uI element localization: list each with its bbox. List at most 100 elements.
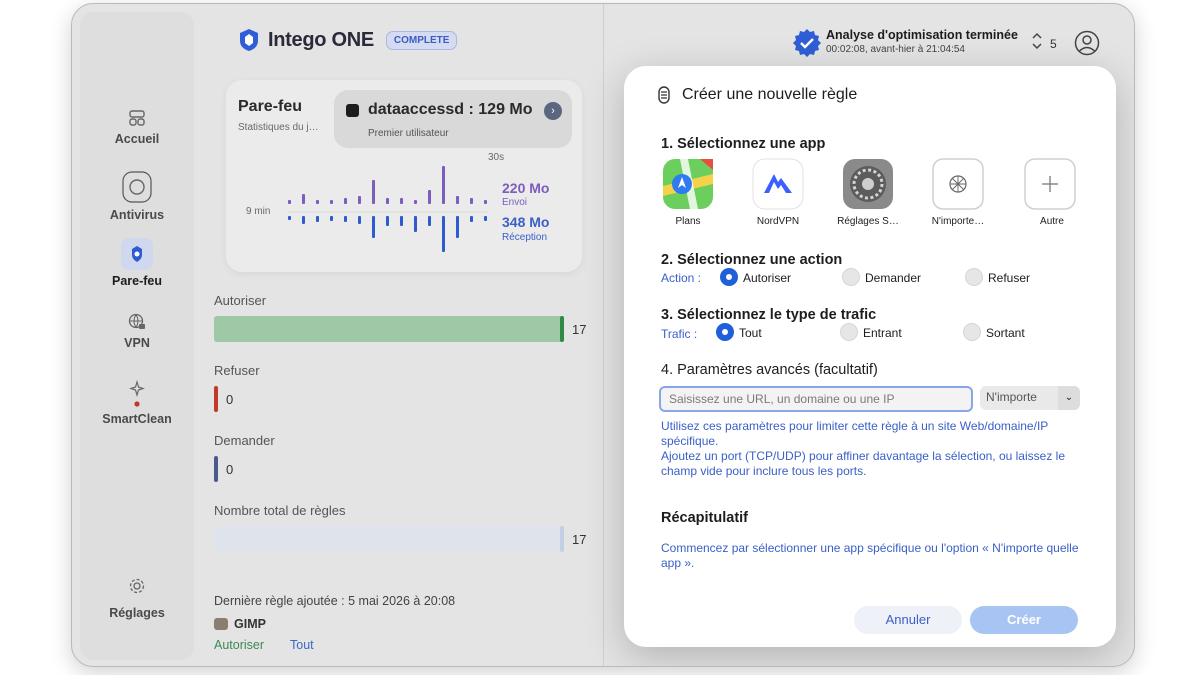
- radio-action-autoriser-label: Autoriser: [743, 271, 792, 285]
- stat-bar-autoriser: [214, 316, 564, 342]
- sidebar-item-reglages[interactable]: Réglages: [80, 576, 194, 620]
- stat-label-autoriser: Autoriser: [214, 293, 267, 308]
- sidebar-item-label: Accueil: [114, 132, 160, 146]
- url-input[interactable]: [659, 386, 973, 412]
- stat-label-demander: Demander: [214, 433, 275, 448]
- firewall-subtitle: Statistiques du j…: [238, 122, 319, 133]
- stat-value-refuser: 0: [226, 392, 234, 407]
- stat-value-autoriser: 17: [572, 322, 587, 337]
- stat-value-demander: 0: [226, 462, 234, 477]
- app-name-nordvpn: NordVPN: [756, 216, 800, 227]
- app-tile-autre[interactable]: [1022, 156, 1078, 212]
- stat-tick-total: [560, 526, 564, 552]
- received-value: 348 Mo: [502, 214, 550, 230]
- step1-title: 1. Sélectionnez une app: [661, 136, 826, 152]
- chevron-down-icon: ⌄: [1058, 386, 1080, 410]
- app-window: Accueil Antivirus Pare-feu VPN SmartClea…: [71, 3, 1135, 667]
- radio-traffic-tout-label: Tout: [739, 326, 762, 340]
- stat-tick-autoriser: [560, 316, 564, 342]
- last-rule-traffic: Tout: [290, 638, 314, 652]
- received-label: Réception: [502, 232, 548, 243]
- radio-action-demander[interactable]: [842, 268, 860, 286]
- firewall-icon: [121, 238, 153, 270]
- sidebar-item-accueil[interactable]: Accueil: [80, 108, 194, 146]
- user-account-icon[interactable]: [1074, 30, 1100, 56]
- step3-title: 3. Sélectionnez le type de trafic: [661, 307, 877, 323]
- sidebar-item-pare-feu[interactable]: Pare-feu: [80, 238, 194, 288]
- port-select-value: N'importe: [986, 390, 1037, 404]
- dialog-title: Créer une nouvelle règle: [682, 86, 858, 103]
- create-rule-dialog: Créer une nouvelle règle 1. Sélectionnez…: [624, 66, 1116, 647]
- stat-bar-total: [214, 526, 564, 552]
- terminal-icon: [346, 104, 359, 117]
- smartclean-icon: [129, 380, 145, 407]
- radio-action-refuser-label: Refuser: [988, 271, 1031, 285]
- main-content: Intego ONE COMPLETE Pare-feu Statistique…: [194, 4, 604, 666]
- firewall-card: Pare-feu Statistiques du j… dataaccessd …: [226, 80, 582, 272]
- app-tile-any-app[interactable]: [930, 156, 986, 212]
- port-select[interactable]: N'importe ⌄: [980, 386, 1080, 410]
- home-icon: [129, 110, 145, 126]
- sidebar-item-antivirus[interactable]: Antivirus: [80, 170, 194, 222]
- firewall-title: Pare-feu: [238, 98, 303, 115]
- brand: Intego ONE COMPLETE: [238, 28, 458, 52]
- antivirus-icon: [122, 171, 152, 203]
- sidebar-item-label: Réglages: [109, 606, 165, 620]
- traffic-sparkline: [288, 166, 488, 252]
- gear-icon: [129, 578, 145, 594]
- scan-title: Analyse d'optimisation terminée: [826, 28, 1018, 42]
- app-tile-plans[interactable]: [660, 156, 716, 212]
- plus-icon: [1024, 158, 1076, 210]
- step2-title: 2. Sélectionnez une action: [661, 252, 843, 268]
- app-name-autre: Autre: [1040, 216, 1064, 227]
- system-settings-icon: [843, 159, 893, 209]
- radio-action-autoriser[interactable]: [720, 268, 738, 286]
- app-name-reglages: Réglages S…: [837, 216, 899, 227]
- vpn-icon: [128, 313, 145, 329]
- notification-count: 5: [1050, 37, 1057, 51]
- top-process-pill[interactable]: dataaccessd : 129 Mo Premier utilisateur…: [334, 90, 572, 148]
- radio-traffic-sortant[interactable]: [963, 323, 981, 341]
- rule-icon: [658, 86, 670, 104]
- app-tile-nordvpn[interactable]: [750, 156, 806, 212]
- gimp-icon: [214, 618, 228, 630]
- sidebar-item-label: Antivirus: [109, 208, 165, 222]
- top-process-title: dataaccessd : 129 Mo: [368, 101, 533, 118]
- scan-complete-icon: [793, 29, 821, 57]
- app-tile-reglages[interactable]: [840, 156, 896, 212]
- chevron-right-icon[interactable]: ›: [544, 102, 562, 120]
- stat-tick-demander: [214, 456, 218, 482]
- any-app-icon: [932, 158, 984, 210]
- stat-value-total: 17: [572, 532, 587, 547]
- sidebar-item-label: SmartClean: [102, 412, 172, 426]
- axis-label-9min: 9 min: [246, 206, 271, 217]
- stat-label-total: Nombre total de règles: [214, 503, 346, 518]
- maps-icon: [663, 159, 713, 209]
- help-text-1: Utilisez ces paramètres pour limiter cet…: [661, 419, 1049, 448]
- scan-time: 00:02:08, avant-hier à 21:04:54: [826, 44, 965, 55]
- stat-tick-refuser: [214, 386, 218, 412]
- sidebar-item-smartclean[interactable]: SmartClean: [80, 380, 194, 426]
- radio-traffic-tout[interactable]: [716, 323, 734, 341]
- sent-value: 220 Mo: [502, 180, 550, 196]
- sidebar-item-label: Pare-feu: [111, 274, 163, 288]
- sidebar-item-vpn[interactable]: VPN: [80, 312, 194, 350]
- traffic-label: Trafic :: [661, 327, 698, 341]
- sidebar-item-label: VPN: [124, 336, 150, 350]
- radio-traffic-entrant-label: Entrant: [863, 326, 902, 340]
- radio-traffic-sortant-label: Sortant: [986, 326, 1025, 340]
- top-process-subtitle: Premier utilisateur: [368, 128, 449, 139]
- last-rule-app-name: GIMP: [234, 617, 266, 631]
- radio-action-refuser[interactable]: [965, 268, 983, 286]
- intego-logo-icon: [240, 29, 258, 51]
- cancel-button[interactable]: Annuler: [854, 606, 962, 634]
- create-button[interactable]: Créer: [970, 606, 1078, 634]
- radio-traffic-entrant[interactable]: [840, 323, 858, 341]
- brand-name: Intego ONE: [268, 28, 374, 51]
- last-rule-action: Autoriser: [214, 638, 265, 652]
- step4-title: 4. Paramètres avancés (facultatif): [661, 362, 878, 378]
- help-text-2: Ajoutez un port (TCP/UDP) pour affiner d…: [661, 449, 1065, 478]
- chevron-updown-icon[interactable]: [1030, 30, 1044, 52]
- action-label: Action :: [661, 271, 702, 285]
- app-name-plans: Plans: [675, 216, 701, 227]
